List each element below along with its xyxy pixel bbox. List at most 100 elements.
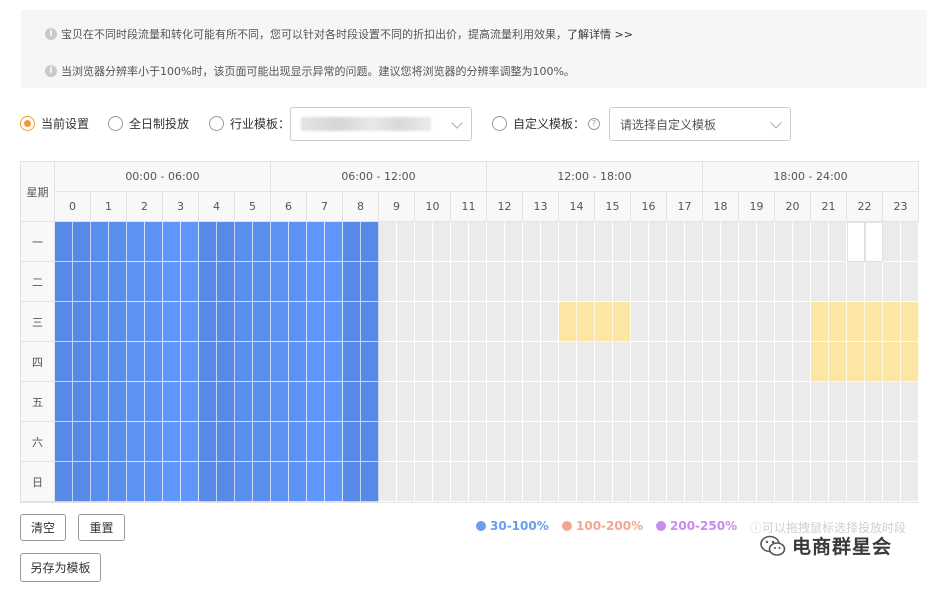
custom-template-select[interactable]: 请选择自定义模板 — [609, 107, 791, 141]
time-slot[interactable] — [487, 422, 505, 462]
time-slot[interactable] — [73, 262, 91, 302]
time-slot[interactable] — [253, 262, 271, 302]
time-slot[interactable] — [685, 222, 703, 262]
time-slot[interactable] — [775, 422, 793, 462]
time-slot[interactable] — [127, 382, 145, 422]
time-slot[interactable] — [235, 222, 253, 262]
time-slot[interactable] — [91, 222, 109, 262]
time-slot[interactable] — [721, 302, 739, 342]
time-slot[interactable] — [541, 462, 559, 502]
time-slot[interactable] — [793, 382, 811, 422]
time-slot[interactable] — [649, 382, 667, 422]
radio-current-setting[interactable]: 当前设置 — [20, 115, 89, 132]
industry-template-select[interactable] — [290, 107, 472, 141]
time-slot[interactable] — [577, 302, 595, 342]
time-slot[interactable] — [865, 422, 883, 462]
time-slot[interactable] — [739, 262, 757, 302]
time-slot[interactable] — [127, 302, 145, 342]
time-slot[interactable] — [55, 222, 73, 262]
time-slot[interactable] — [127, 462, 145, 502]
time-slot[interactable] — [379, 222, 397, 262]
time-slot[interactable] — [613, 382, 631, 422]
time-slot[interactable] — [145, 462, 163, 502]
time-slot[interactable] — [847, 222, 865, 262]
time-slot[interactable] — [631, 342, 649, 382]
time-slot[interactable] — [577, 462, 595, 502]
time-slot[interactable] — [307, 222, 325, 262]
time-slot[interactable] — [181, 422, 199, 462]
time-slot[interactable] — [397, 342, 415, 382]
time-slot[interactable] — [577, 262, 595, 302]
time-slot[interactable] — [397, 382, 415, 422]
time-slot[interactable] — [217, 262, 235, 302]
time-slot[interactable] — [847, 302, 865, 342]
radio-custom-template[interactable]: 自定义模板： ? — [492, 115, 601, 132]
time-slot[interactable] — [559, 342, 577, 382]
time-slot[interactable] — [73, 222, 91, 262]
time-slot[interactable] — [361, 222, 379, 262]
time-slot[interactable] — [397, 462, 415, 502]
time-slot[interactable] — [145, 342, 163, 382]
time-slot[interactable] — [253, 222, 271, 262]
help-icon[interactable]: ? — [588, 117, 601, 130]
time-slot[interactable] — [127, 422, 145, 462]
time-slot[interactable] — [361, 262, 379, 302]
time-slot[interactable] — [811, 302, 829, 342]
time-slot[interactable] — [703, 302, 721, 342]
time-slot[interactable] — [811, 382, 829, 422]
time-slot[interactable] — [901, 342, 919, 382]
time-slot[interactable] — [829, 382, 847, 422]
time-slot[interactable] — [487, 462, 505, 502]
time-slot[interactable] — [145, 382, 163, 422]
time-slot[interactable] — [613, 262, 631, 302]
time-slot[interactable] — [127, 222, 145, 262]
time-slot[interactable] — [901, 382, 919, 422]
time-slot[interactable] — [685, 382, 703, 422]
time-slot[interactable] — [523, 222, 541, 262]
time-slot[interactable] — [451, 462, 469, 502]
time-slot[interactable] — [613, 462, 631, 502]
time-slot[interactable] — [73, 302, 91, 342]
time-slot[interactable] — [703, 462, 721, 502]
time-slot[interactable] — [649, 422, 667, 462]
time-slot[interactable] — [685, 422, 703, 462]
time-slot[interactable] — [523, 462, 541, 502]
time-slot[interactable] — [433, 222, 451, 262]
time-slot[interactable] — [847, 462, 865, 502]
time-slot[interactable] — [667, 422, 685, 462]
time-slot[interactable] — [775, 302, 793, 342]
time-slot[interactable] — [577, 222, 595, 262]
time-slot[interactable] — [217, 422, 235, 462]
time-slot[interactable] — [109, 342, 127, 382]
time-slot[interactable] — [361, 382, 379, 422]
time-slot[interactable] — [865, 342, 883, 382]
time-slot[interactable] — [703, 262, 721, 302]
time-slot[interactable] — [883, 302, 901, 342]
time-slot[interactable] — [595, 422, 613, 462]
time-slot[interactable] — [613, 342, 631, 382]
time-slot[interactable] — [217, 302, 235, 342]
time-slot[interactable] — [271, 382, 289, 422]
time-slot[interactable] — [307, 302, 325, 342]
time-slot[interactable] — [487, 342, 505, 382]
radio-all-day[interactable]: 全日制投放 — [108, 115, 189, 132]
time-slot[interactable] — [577, 382, 595, 422]
time-slot[interactable] — [235, 302, 253, 342]
time-slot[interactable] — [559, 382, 577, 422]
time-slot[interactable] — [361, 302, 379, 342]
time-slot[interactable] — [235, 262, 253, 302]
time-slot[interactable] — [145, 222, 163, 262]
time-slot[interactable] — [451, 222, 469, 262]
time-slot[interactable] — [163, 422, 181, 462]
time-slot[interactable] — [91, 382, 109, 422]
time-slot[interactable] — [811, 422, 829, 462]
time-slot[interactable] — [901, 302, 919, 342]
time-slot[interactable] — [163, 222, 181, 262]
time-slot[interactable] — [289, 462, 307, 502]
time-slot[interactable] — [253, 422, 271, 462]
time-slot[interactable] — [415, 262, 433, 302]
time-slot[interactable] — [901, 262, 919, 302]
time-slot[interactable] — [775, 342, 793, 382]
time-slot[interactable] — [235, 382, 253, 422]
time-slot[interactable] — [343, 302, 361, 342]
